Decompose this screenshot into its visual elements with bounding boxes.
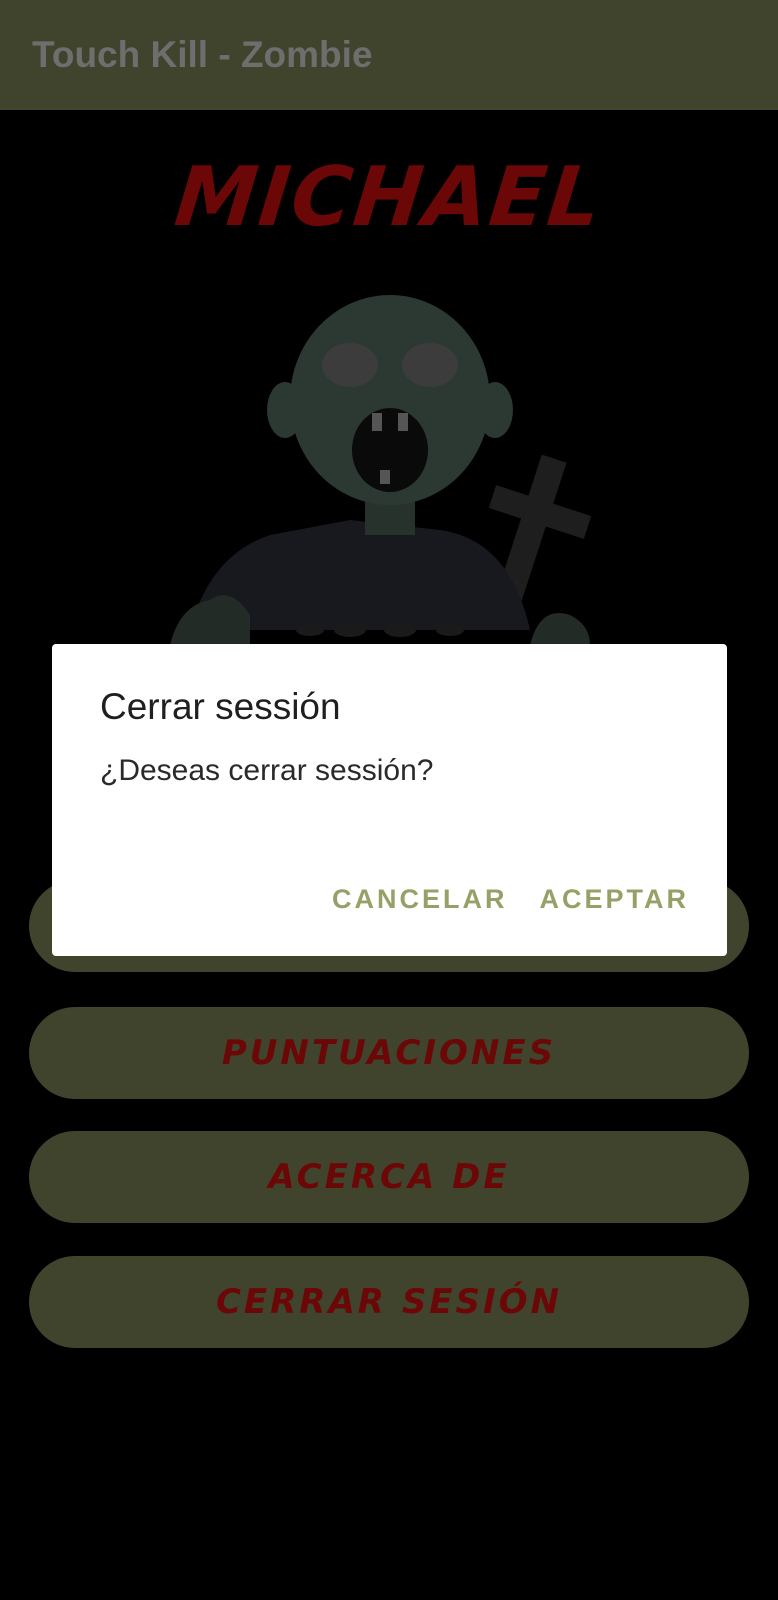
app-bar: Touch Kill - Zombie: [0, 0, 778, 110]
dialog-message: ¿Deseas cerrar sessión?: [100, 754, 434, 787]
scores-button[interactable]: PUNTUACIONES: [29, 1007, 749, 1099]
logout-button[interactable]: CERRAR SESIÓN: [29, 1256, 749, 1348]
dialog-title: Cerrar sessión: [100, 686, 341, 727]
accept-button[interactable]: ACEPTAR: [539, 884, 689, 915]
about-button[interactable]: ACERCA DE: [29, 1131, 749, 1223]
app-title: Touch Kill - Zombie: [32, 34, 373, 75]
cancel-button[interactable]: CANCELAR: [332, 884, 508, 915]
player-name: MICHAEL: [170, 150, 608, 245]
logout-dialog: Cerrar sessión ¿Deseas cerrar sessión? C…: [52, 644, 727, 956]
zombie-illustration: [170, 295, 592, 645]
dialog-actions: CANCELAR ACEPTAR: [332, 884, 689, 915]
